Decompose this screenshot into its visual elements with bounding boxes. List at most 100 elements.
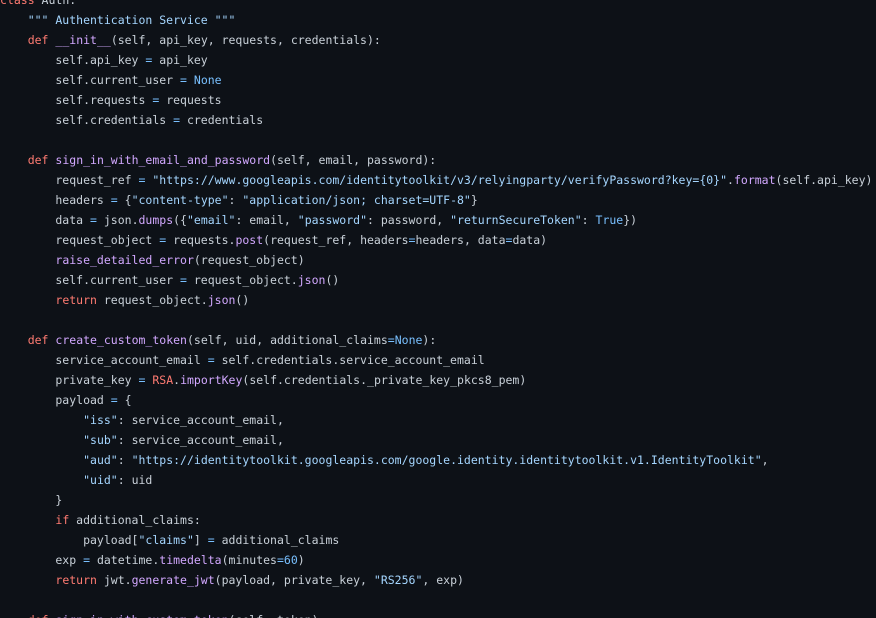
code-token: jwt. (96, 573, 132, 587)
code-token: = (180, 73, 187, 87)
code-token: "https://identitytoolkit.googleapis.com/… (131, 453, 762, 467)
code-line: service_account_email = self.credentials… (0, 350, 872, 370)
code-line: self.api_key = api_key (0, 50, 872, 70)
code-token: ] (193, 533, 208, 547)
code-token: = (110, 193, 118, 207)
code-token: post (235, 233, 264, 247)
code-token: (self, api_key, requests, credentials): (110, 33, 381, 47)
code-token: headers, data (415, 233, 506, 247)
code-token: raise_detailed_error (55, 253, 194, 267)
code-token: (self, email, password): (270, 153, 437, 167)
code-token: class (0, 0, 35, 7)
code-token: format (733, 173, 776, 187)
code-line: raise_detailed_error(request_object) (0, 250, 872, 270)
code-token: private_key (0, 373, 139, 387)
code-token: True (595, 213, 624, 227)
code-line: return request_object.json() (0, 290, 872, 310)
code-token: = (83, 553, 91, 567)
code-token: None (394, 333, 423, 347)
code-token: : service_account_email, (117, 433, 284, 447)
code-line: def sign_in_with_custom_token(self, toke… (0, 610, 872, 618)
code-token: ): (422, 333, 437, 347)
code-token: { (117, 193, 132, 207)
code-line: payload = { (0, 390, 872, 410)
code-token: datetime. (90, 553, 160, 567)
code-token: json. (96, 213, 139, 227)
code-line: self.credentials = credentials (0, 110, 872, 130)
code-block: class Auth: """ Authentication Service "… (0, 0, 872, 618)
code-viewer: class Auth: """ Authentication Service "… (0, 0, 876, 618)
code-token: service_account_email (0, 353, 208, 367)
code-token: "password" (297, 213, 368, 227)
code-token: __init__ (55, 33, 111, 47)
code-token: return (55, 573, 97, 587)
code-token: requests (159, 93, 222, 107)
code-line: payload["claims"] = additional_claims (0, 530, 872, 550)
code-token: sign_in_with_email_and_password (55, 153, 271, 167)
code-token: = (276, 553, 284, 567)
code-token: "claims" (138, 533, 194, 547)
code-token: , (761, 453, 769, 467)
code-token: RSA (152, 373, 174, 387)
code-token: self.api_key (0, 53, 146, 67)
code-line: "aud": "https://identitytoolkit.googleap… (0, 450, 872, 470)
code-token: : (581, 213, 596, 227)
code-line: "iss": service_account_email, (0, 410, 872, 430)
code-token: "content-type" (131, 193, 229, 207)
code-token: self.current_user (0, 273, 181, 287)
code-token: }) (623, 213, 638, 227)
code-token: "aud" (83, 453, 118, 467)
code-token: additional_claims: (69, 513, 201, 527)
code-line: headers = {"content-type": "application/… (0, 190, 872, 210)
code-line: self.requests = requests (0, 90, 872, 110)
code-token: : password, (367, 213, 451, 227)
code-line: exp = datetime.timedelta(minutes=60) (0, 550, 872, 570)
code-token: (self.api_key) (775, 173, 873, 187)
code-token: request_object (0, 233, 160, 247)
code-token: headers (0, 193, 111, 207)
code-line: class Auth: (0, 0, 872, 10)
code-token: } (470, 193, 478, 207)
code-token: "https://www.googleapis.com/identitytool… (152, 173, 728, 187)
code-token: : email, (235, 213, 298, 227)
code-token: def (28, 613, 49, 618)
code-line: def sign_in_with_email_and_password(self… (0, 150, 872, 170)
code-token: request_ref (0, 173, 139, 187)
code-line: def __init__(self, api_key, requests, cr… (0, 30, 872, 50)
code-token: credentials (180, 113, 264, 127)
code-token: timedelta (159, 553, 222, 567)
code-token: () (325, 273, 340, 287)
code-token: """ Authentication Service """ (0, 13, 236, 27)
code-token: = (90, 213, 97, 227)
code-token: (payload, private_key, (214, 573, 374, 587)
code-token: = (207, 353, 215, 367)
code-token: (self, token): (229, 613, 326, 618)
code-token: additional_claims (214, 533, 340, 547)
code-token: = (387, 333, 395, 347)
code-token: ({ (173, 213, 187, 227)
code-line: return jwt.generate_jwt(payload, private… (0, 570, 872, 590)
code-line: private_key = RSA.importKey(self.credent… (0, 370, 872, 390)
code-token: { (117, 393, 132, 407)
code-token: self.credentials (0, 113, 174, 127)
code-token: = (173, 113, 181, 127)
code-token: } (0, 493, 63, 507)
code-token: (request_ref, headers (263, 233, 409, 247)
code-line: request_object = requests.post(request_r… (0, 230, 872, 250)
code-token: (minutes (221, 553, 277, 567)
code-token: sign_in_with_custom_token (55, 613, 228, 618)
code-token: 60 (283, 553, 298, 567)
code-token: data (0, 213, 91, 227)
code-line: self.current_user = request_object.json(… (0, 270, 872, 290)
code-token: payload[ (0, 533, 139, 547)
